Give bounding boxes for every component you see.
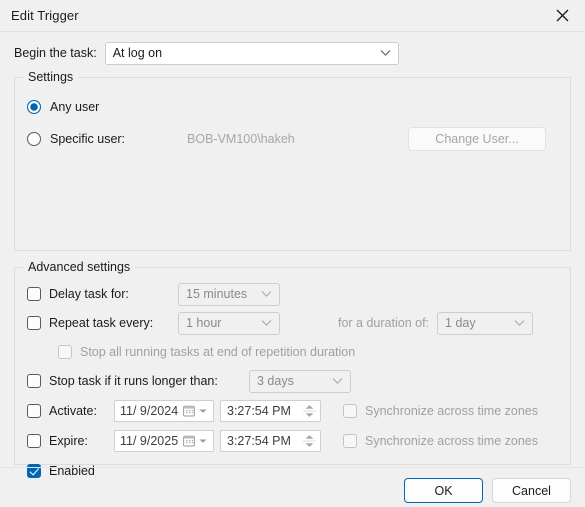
activate-time-field[interactable]: 3:27:54 PM [220, 400, 321, 422]
settings-group: Settings Any user Specific user: BOB-VM1… [14, 70, 571, 251]
any-user-radio[interactable] [27, 99, 41, 114]
repeat-task-combobox[interactable]: 1 hour [178, 311, 280, 335]
change-user-button[interactable]: Change User... [408, 126, 546, 151]
footer-separator [0, 467, 585, 468]
expire-label: Expire: [49, 434, 88, 448]
stop-task-longer-value: 3 days [257, 374, 294, 388]
spinner-divider [302, 440, 316, 442]
activate-label: Activate: [49, 404, 97, 418]
expire-date-value: 11/ 9/2025 [120, 434, 179, 448]
advanced-settings-legend: Advanced settings [23, 260, 136, 274]
cancel-button[interactable]: Cancel [492, 478, 571, 503]
spinner-down-icon[interactable] [305, 443, 314, 448]
expire-sync-checkbox[interactable] [343, 434, 357, 448]
chevron-down-icon [514, 320, 525, 326]
spinner-up-icon[interactable] [305, 405, 314, 410]
activate-row: Activate: 11/ 9/2024 3:27:54 PM Synchron… [27, 398, 558, 424]
activate-sync-checkbox[interactable] [343, 404, 357, 418]
delay-task-combobox[interactable]: 15 minutes [178, 282, 280, 306]
calendar-icon [183, 405, 195, 417]
chevron-down-icon [332, 378, 343, 384]
settings-group-legend: Settings [23, 70, 79, 84]
specific-user-radio[interactable] [27, 131, 41, 146]
specific-user-value: BOB-VM100\hakeh [187, 131, 295, 146]
expire-sync-label: Synchronize across time zones [365, 434, 538, 448]
chevron-down-icon [261, 291, 272, 297]
any-user-row[interactable]: Any user [27, 93, 558, 120]
expire-time-spinner[interactable] [301, 435, 317, 448]
begin-task-label: Begin the task: [14, 46, 97, 60]
spinner-divider [302, 410, 316, 412]
activate-date-field[interactable]: 11/ 9/2024 [114, 400, 214, 422]
repeat-task-label: Repeat task every: [49, 316, 154, 330]
stop-all-running-label: Stop all running tasks at end of repetit… [80, 345, 356, 359]
window-title: Edit Trigger [11, 8, 79, 23]
dropdown-arrow-icon[interactable] [199, 409, 207, 414]
advanced-settings-body: Delay task for: 15 minutes Repeat task e… [15, 268, 570, 484]
activate-sync-row: Synchronize across time zones [343, 404, 546, 418]
expire-time-field[interactable]: 3:27:54 PM [220, 430, 321, 452]
dialog-content: Begin the task: At log on Settings Any u… [0, 41, 585, 478]
close-button[interactable] [540, 0, 585, 31]
activate-date-value: 11/ 9/2024 [120, 404, 179, 418]
expire-date-field[interactable]: 11/ 9/2025 [114, 430, 214, 452]
stop-task-longer-combobox[interactable]: 3 days [249, 369, 351, 393]
duration-combobox[interactable]: 1 day [437, 311, 534, 335]
ok-button[interactable]: OK [404, 478, 483, 503]
chevron-down-icon [261, 320, 272, 326]
delay-task-row: Delay task for: 15 minutes [27, 281, 558, 307]
begin-task-combobox[interactable]: At log on [104, 41, 399, 65]
stop-all-running-row: Stop all running tasks at end of repetit… [27, 339, 558, 365]
specific-user-label: Specific user: [50, 131, 126, 146]
repeat-task-checkbox[interactable] [27, 316, 41, 330]
title-bar: Edit Trigger [0, 0, 585, 32]
repeat-task-value: 1 hour [186, 316, 222, 330]
advanced-settings-group: Advanced settings Delay task for: 15 min… [14, 260, 571, 478]
begin-task-row: Begin the task: At log on [14, 41, 571, 65]
delay-task-label: Delay task for: [49, 287, 129, 301]
delay-task-value: 15 minutes [186, 287, 248, 301]
repeat-task-row: Repeat task every: 1 hour for a duration… [27, 310, 558, 336]
stop-task-longer-checkbox[interactable] [27, 374, 41, 388]
expire-sync-row: Synchronize across time zones [343, 434, 546, 448]
expire-checkbox[interactable] [27, 434, 41, 448]
chevron-down-icon [380, 50, 391, 56]
stop-all-running-checkbox[interactable] [58, 345, 72, 359]
expire-time-value: 3:27:54 PM [227, 434, 291, 448]
activate-checkbox[interactable] [27, 404, 41, 418]
activate-time-spinner[interactable] [301, 405, 317, 418]
delay-task-checkbox[interactable] [27, 287, 41, 301]
specific-user-row[interactable]: Specific user: BOB-VM100\hakeh Change Us… [27, 125, 558, 152]
spinner-down-icon[interactable] [305, 413, 314, 418]
expire-row: Expire: 11/ 9/2025 3:27:54 PM Synchroniz… [27, 428, 558, 454]
activate-time-value: 3:27:54 PM [227, 404, 291, 418]
dropdown-arrow-icon[interactable] [199, 439, 207, 444]
activate-sync-label: Synchronize across time zones [365, 404, 538, 418]
begin-task-value: At log on [112, 46, 163, 60]
stop-task-longer-row: Stop task if it runs longer than: 3 days [27, 368, 558, 394]
any-user-label: Any user [50, 99, 100, 114]
dialog-footer: OK Cancel [404, 478, 571, 503]
duration-label: for a duration of: [338, 316, 430, 330]
settings-group-body: Any user Specific user: BOB-VM100\hakeh … [15, 78, 570, 152]
duration-value: 1 day [445, 316, 476, 330]
spinner-up-icon[interactable] [305, 435, 314, 440]
calendar-icon [183, 435, 195, 447]
close-icon [556, 9, 569, 22]
stop-task-longer-label: Stop task if it runs longer than: [49, 374, 218, 388]
